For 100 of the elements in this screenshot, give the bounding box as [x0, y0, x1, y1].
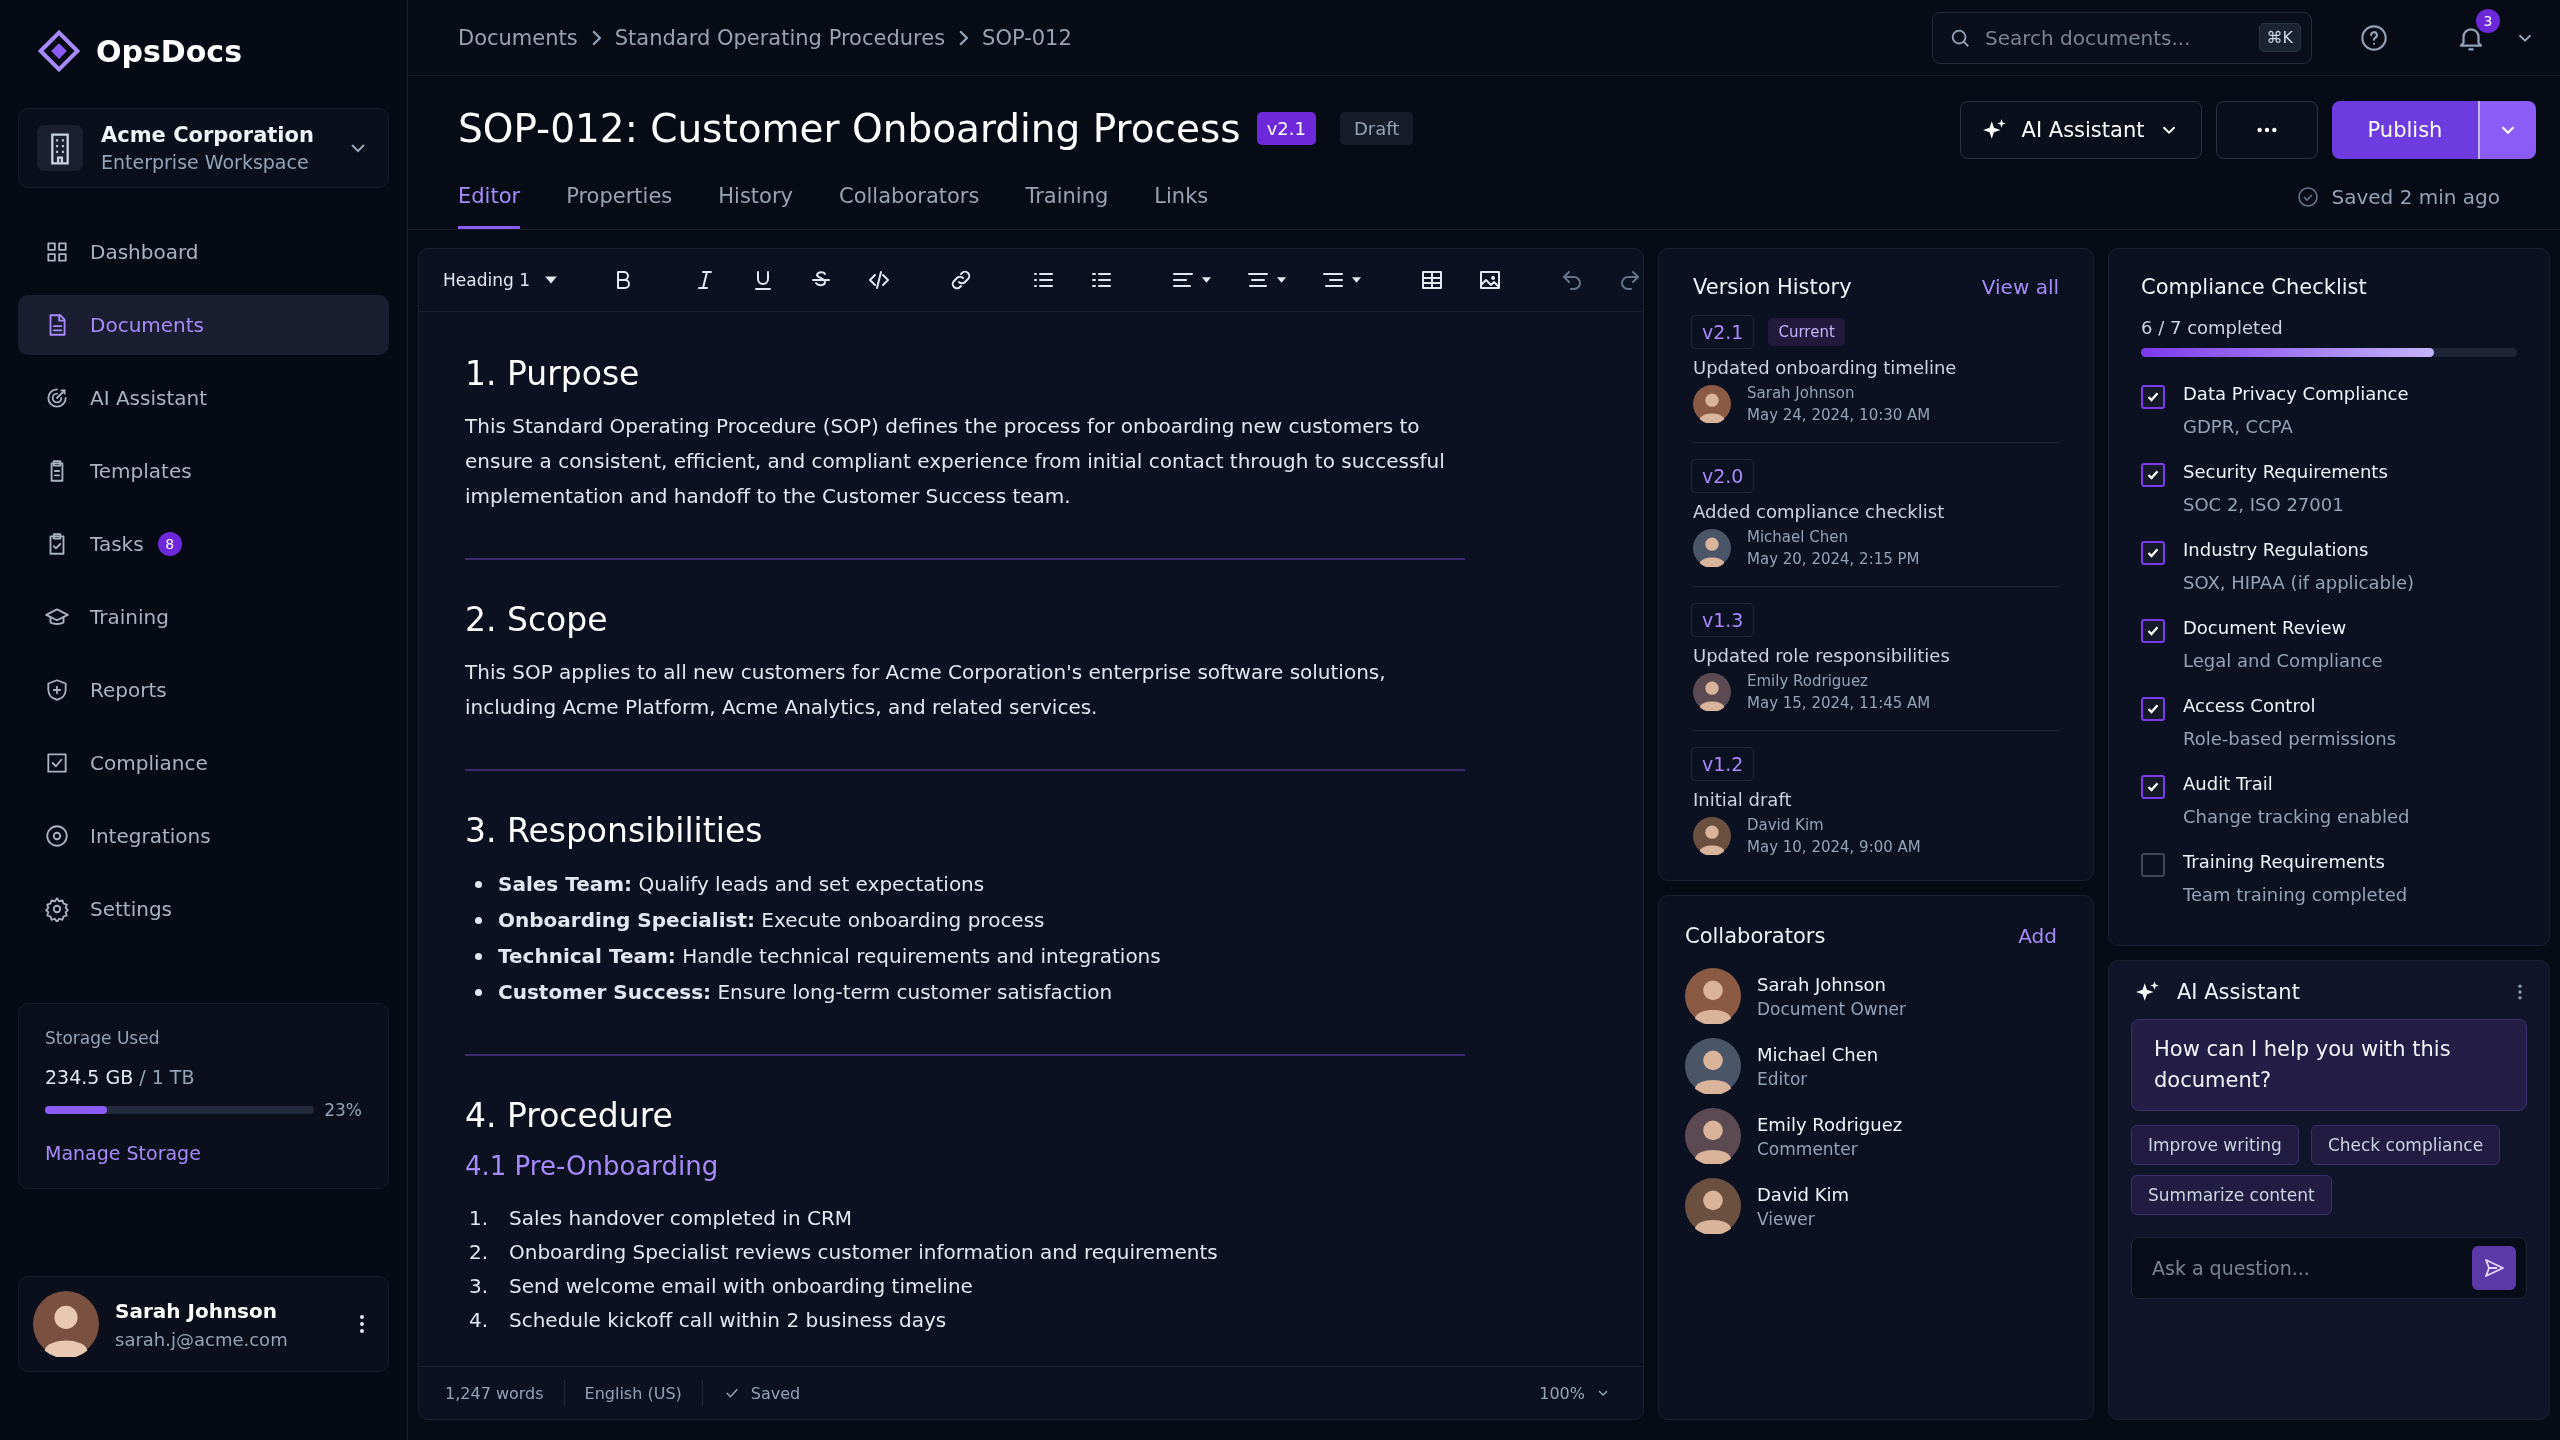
- list-item: Technical Team: Handle technical requirements and integrations: [498, 943, 1161, 970]
- help-icon[interactable]: [2360, 23, 2388, 52]
- version-summary: Added compliance checklist: [1693, 501, 1946, 522]
- suggestion-chip[interactable]: Summarize content: [2131, 1175, 2332, 1215]
- tab[interactable]: Properties: [566, 168, 673, 229]
- nav-item[interactable]: Tasks 8: [18, 514, 389, 574]
- suggestion-chip[interactable]: Improve writing: [2131, 1125, 2299, 1165]
- checklist-detail: Role-based permissions: [2183, 728, 2396, 749]
- list-item: Sales handover completed in CRM: [509, 1205, 853, 1232]
- avatar: [1693, 817, 1731, 855]
- checklist-detail: Legal and Compliance: [2183, 650, 2383, 671]
- publish-button[interactable]: Publish: [2332, 101, 2480, 159]
- shortcut-key: ⌘K: [2258, 23, 2301, 52]
- nav-item[interactable]: Compliance: [18, 733, 389, 793]
- tab[interactable]: Collaborators: [839, 168, 980, 229]
- shield-icon: [44, 677, 70, 703]
- question-bar[interactable]: Ask a question...: [2131, 1237, 2527, 1299]
- collaborator-role: Viewer: [1757, 1208, 1816, 1229]
- saved-status: Saved: [750, 1383, 801, 1403]
- question-input[interactable]: Ask a question...: [2150, 1256, 2472, 1280]
- progress-text: 6 / 7 completed: [2141, 317, 2284, 338]
- breadcrumb-link[interactable]: Standard Operating Procedures: [614, 25, 946, 50]
- checklist-detail: Team training completed: [2183, 884, 2408, 905]
- zoom-dropdown[interactable]: 100%: [1533, 1382, 1617, 1404]
- word-count: 1,247 words: [445, 1383, 544, 1403]
- current-badge: Current: [1768, 318, 1845, 346]
- list-item: Sales Team: Qualify leads and set expectations: [498, 871, 985, 898]
- nav-item[interactable]: Documents: [18, 295, 389, 355]
- avatar: [1693, 673, 1731, 711]
- status-badge: Draft: [1339, 111, 1414, 145]
- text-style-dropdown[interactable]: Heading 1: [437, 264, 564, 296]
- workspace-switcher[interactable]: Acme Corporation Enterprise Workspace: [18, 108, 389, 188]
- checklist-label: Access Control: [2183, 695, 2317, 716]
- tab[interactable]: History: [718, 168, 793, 229]
- version-summary: Initial draft: [1693, 789, 1793, 810]
- list-item: Send welcome email with onboarding timeline: [509, 1273, 973, 1300]
- avatar: [33, 1291, 99, 1357]
- check-circle-icon: [2295, 185, 2320, 209]
- send-button[interactable]: [2472, 1246, 2516, 1290]
- checklist-label: Security Requirements: [2183, 461, 2388, 482]
- checkbox[interactable]: [2141, 853, 2165, 877]
- nav-item[interactable]: Reports: [18, 660, 389, 720]
- nav-item[interactable]: Templates: [18, 441, 389, 501]
- section-heading: 2. Scope: [465, 600, 609, 639]
- checkbox[interactable]: [2141, 541, 2165, 565]
- search-bar[interactable]: Search documents... ⌘K: [1932, 11, 2312, 64]
- nav-item[interactable]: Dashboard: [18, 222, 389, 282]
- more-options-icon[interactable]: [358, 1312, 366, 1336]
- checklist-detail: Change tracking enabled: [2183, 806, 2410, 827]
- view-all-link[interactable]: View all: [1981, 275, 2059, 299]
- caret-icon: [1200, 276, 1212, 284]
- breadcrumb-link[interactable]: SOP-012: [982, 25, 1072, 50]
- checklist-detail: SOX, HIPAA (if applicable): [2183, 572, 2415, 593]
- nav-item[interactable]: Settings: [18, 879, 389, 939]
- breadcrumb-link[interactable]: Documents: [458, 25, 578, 50]
- storage-total: / 1 TB: [139, 1066, 195, 1088]
- version-date: May 15, 2024, 11:45 AM: [1747, 694, 1931, 712]
- avatar: [1685, 1108, 1741, 1164]
- checklist-detail: SOC 2, ISO 27001: [2183, 494, 2345, 515]
- checkbox[interactable]: [2141, 619, 2165, 643]
- settings-icon: [44, 896, 70, 922]
- language: English (US): [584, 1383, 682, 1403]
- more-options-icon[interactable]: [2517, 982, 2523, 1002]
- document-title: SOP-012: Customer Onboarding Process: [458, 105, 1241, 151]
- table-icon: [1419, 268, 1444, 292]
- version-date: May 24, 2024, 10:30 AM: [1747, 406, 1931, 424]
- tab[interactable]: Training: [1025, 168, 1109, 229]
- user-name: Sarah Johnson: [115, 1298, 278, 1323]
- card-title: Version History: [1693, 275, 1852, 299]
- suggestion-chip[interactable]: Check compliance: [2310, 1125, 2501, 1165]
- avatar: [1685, 1038, 1741, 1094]
- collaborator-name: David Kim: [1757, 1183, 1850, 1205]
- building-icon: [37, 125, 83, 171]
- tab[interactable]: Links: [1154, 168, 1209, 229]
- manage-storage-link[interactable]: Manage Storage: [45, 1142, 362, 1164]
- caret-icon: [543, 275, 558, 285]
- card-title: Collaborators: [1685, 924, 1826, 948]
- nav-item[interactable]: Training: [18, 587, 389, 647]
- bullet-icon: [475, 988, 482, 996]
- storage-percent: 23%: [324, 1100, 362, 1120]
- ai-assistant-button[interactable]: AI Assistant: [1960, 101, 2202, 159]
- author-name: Sarah Johnson: [1747, 384, 1856, 402]
- storage-used: 234.5 GB: [45, 1066, 134, 1088]
- search-input[interactable]: Search documents...: [1983, 24, 2247, 51]
- checkbox[interactable]: [2141, 697, 2165, 721]
- version-tag: v1.2: [1691, 747, 1755, 781]
- checkbox[interactable]: [2141, 775, 2165, 799]
- caret-icon: [1275, 276, 1287, 284]
- tab[interactable]: Editor: [458, 168, 521, 229]
- collaborator-name: Emily Rodriguez: [1757, 1113, 1903, 1135]
- version-summary: Updated onboarding timeline: [1693, 357, 1958, 378]
- version-summary: Updated role responsibilities: [1693, 645, 1951, 666]
- ellipsis-icon: [2256, 127, 2278, 133]
- nav-item[interactable]: AI Assistant: [18, 368, 389, 428]
- add-link[interactable]: Add: [2018, 924, 2057, 948]
- checklist-label: Training Requirements: [2183, 851, 2386, 872]
- nav-item[interactable]: Integrations: [18, 806, 389, 866]
- checkbox[interactable]: [2141, 463, 2165, 487]
- checkbox[interactable]: [2141, 385, 2165, 409]
- list-number: 2.: [469, 1239, 490, 1266]
